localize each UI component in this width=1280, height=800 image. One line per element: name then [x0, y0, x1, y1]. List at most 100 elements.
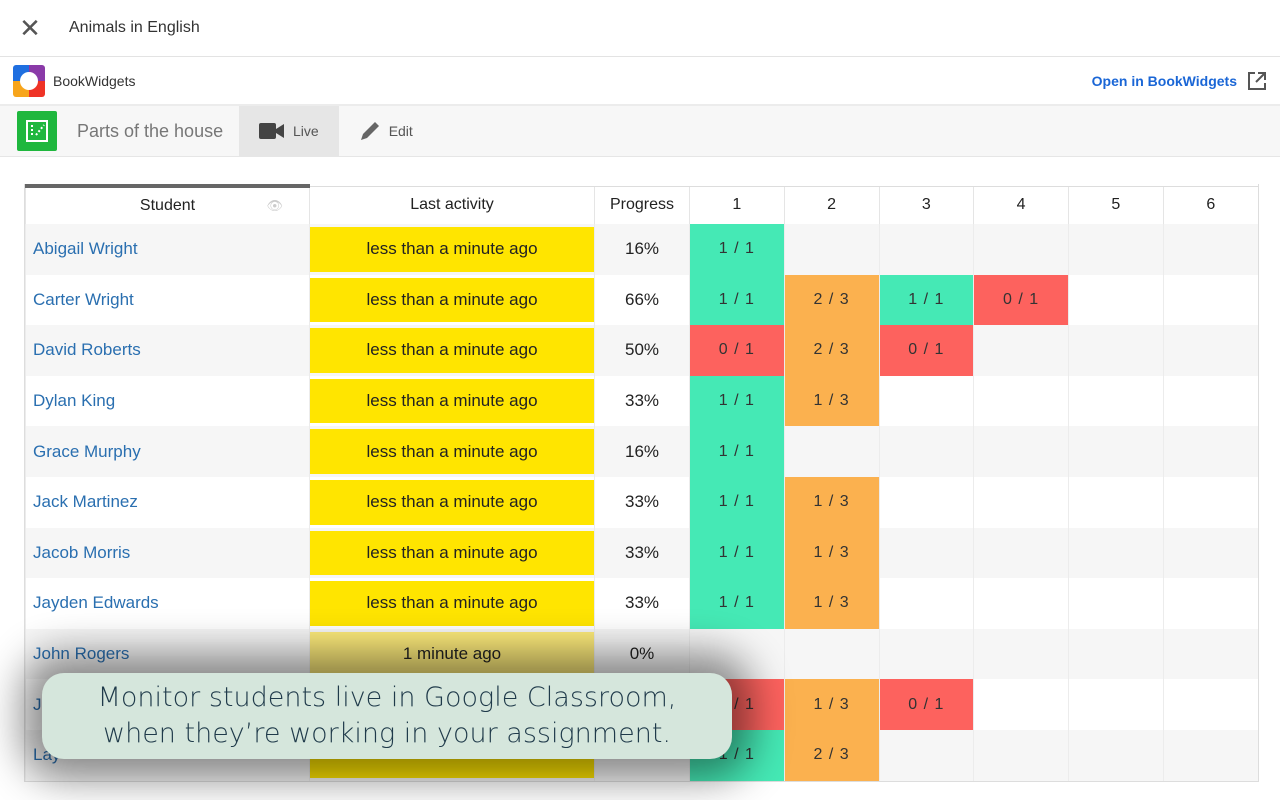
- header-question[interactable]: 5: [1068, 185, 1164, 224]
- open-in-bookwidgets-link[interactable]: Open in BookWidgets: [1092, 71, 1267, 91]
- score-cell[interactable]: 1 / 3: [783, 578, 879, 629]
- empty-score-cell: [1162, 325, 1258, 376]
- empty-score-cell: [1162, 426, 1258, 477]
- score-cell[interactable]: 1 / 1: [689, 527, 785, 579]
- progress-cell: 33%: [594, 375, 690, 427]
- tab-label: Live: [293, 123, 319, 139]
- score-cell[interactable]: 1 / 1: [689, 426, 785, 477]
- empty-score-cell: [1162, 476, 1258, 528]
- score-cell[interactable]: 1 / 1: [689, 476, 785, 528]
- header-question[interactable]: 4: [973, 185, 1069, 224]
- last-activity-badge: less than a minute ago: [310, 378, 594, 424]
- tab-label: Edit: [388, 123, 413, 139]
- table-row: Jayden Edwards less than a minute ago 33% 1…: [25, 578, 1258, 629]
- tab-edit[interactable]: Edit: [339, 106, 433, 157]
- empty-score-cell: [878, 476, 974, 528]
- header-question[interactable]: 3: [878, 185, 974, 224]
- student-name-link[interactable]: John Rogers: [25, 628, 310, 680]
- empty-score-cell: [1068, 729, 1164, 781]
- score-cell[interactable]: 1 / 1: [689, 224, 785, 275]
- header-student[interactable]: Student 👁: [25, 184, 310, 224]
- student-name-link[interactable]: Jacob Morris: [25, 527, 310, 579]
- header-question[interactable]: 2: [783, 185, 879, 224]
- empty-score-cell: [1068, 476, 1164, 528]
- close-icon[interactable]: ✕: [0, 13, 60, 44]
- table-row: Jack Martinez less than a minute ago 33% 1 …: [25, 476, 1258, 528]
- empty-score-cell: [1068, 578, 1164, 629]
- last-activity-badge: less than a minute ago: [310, 581, 594, 626]
- caption-line: Monitor students live in Google Classroo…: [97, 682, 677, 713]
- score-cell[interactable]: 1 / 3: [783, 679, 879, 730]
- empty-score-cell: [878, 527, 974, 579]
- empty-score-cell: [1068, 224, 1164, 275]
- student-name-link[interactable]: Abigail Wright: [25, 224, 310, 275]
- score-cell[interactable]: 1 / 1: [689, 578, 785, 629]
- empty-score-cell: [783, 426, 879, 477]
- last-activity-badge: less than a minute ago: [310, 227, 594, 272]
- empty-score-cell: [1068, 628, 1164, 680]
- widget-tab-bar: Parts of the house Live Edit: [0, 105, 1280, 157]
- last-activity-badge: less than a minute ago: [310, 479, 594, 525]
- score-cell[interactable]: 0 / 1: [689, 325, 785, 376]
- empty-score-cell: [1068, 527, 1164, 579]
- video-camera-icon: [259, 123, 284, 139]
- header-question[interactable]: 1: [689, 185, 785, 224]
- score-cell[interactable]: 1 / 1: [689, 274, 785, 326]
- score-cell[interactable]: 1 / 3: [783, 476, 879, 528]
- header-last-activity[interactable]: Last activity: [309, 185, 595, 224]
- student-name-link[interactable]: Grace Murphy: [25, 426, 310, 477]
- score-cell[interactable]: 1 / 1: [689, 375, 785, 427]
- empty-score-cell: [783, 628, 879, 680]
- progress-cell: 16%: [594, 426, 690, 477]
- score-cell[interactable]: 0 / 1: [973, 274, 1069, 326]
- empty-score-cell: [783, 224, 879, 275]
- last-activity-cell: less than a minute ago: [309, 224, 595, 275]
- score-cell[interactable]: 0 / 1: [878, 325, 974, 376]
- student-name-link[interactable]: Jayden Edwards: [25, 578, 310, 629]
- last-activity-badge: less than a minute ago: [310, 530, 594, 576]
- progress-cell: 0%: [594, 628, 690, 680]
- score-cell[interactable]: 1 / 1: [878, 274, 974, 326]
- last-activity-cell: less than a minute ago: [309, 578, 595, 629]
- empty-score-cell: [1162, 729, 1258, 781]
- last-activity-cell: less than a minute ago: [309, 325, 595, 376]
- tab-live[interactable]: Live: [239, 105, 339, 157]
- score-cell[interactable]: 1 / 3: [783, 527, 879, 579]
- empty-score-cell: [878, 426, 974, 477]
- empty-score-cell: [1068, 274, 1164, 326]
- header-progress[interactable]: Progress: [594, 185, 690, 224]
- student-name-link[interactable]: David Roberts: [25, 325, 310, 376]
- student-name-link[interactable]: Jack Martinez: [25, 476, 310, 528]
- table-row: David Roberts less than a minute ago 50% 0 …: [25, 325, 1258, 376]
- last-activity-badge: less than a minute ago: [310, 429, 594, 474]
- last-activity-badge: less than a minute ago: [310, 277, 594, 323]
- empty-score-cell: [878, 729, 974, 781]
- pencil-icon: [360, 122, 379, 140]
- page-title: Animals in English: [69, 19, 200, 36]
- last-activity-cell: 1 minute ago: [309, 628, 595, 680]
- student-name-link[interactable]: Dylan King: [25, 375, 310, 427]
- hide-names-eye-icon[interactable]: 👁: [266, 198, 283, 214]
- score-cell[interactable]: 1 / 3: [783, 375, 879, 427]
- score-cell[interactable]: 0 / 1: [878, 679, 974, 730]
- last-activity-badge: 1 minute ago: [310, 631, 594, 677]
- empty-score-cell: [973, 325, 1069, 376]
- empty-score-cell: [973, 375, 1069, 427]
- empty-score-cell: [973, 476, 1069, 528]
- table-row: Abigail Wright less than a minute ago 16% 1…: [25, 224, 1258, 275]
- top-bar: ✕ Animals in English: [0, 0, 1280, 57]
- score-cell[interactable]: 2 / 3: [783, 325, 879, 376]
- progress-cell: 33%: [594, 476, 690, 528]
- empty-score-cell: [973, 628, 1069, 680]
- score-cell[interactable]: 2 / 3: [783, 729, 879, 781]
- bookwidgets-logo-icon: [13, 64, 45, 97]
- empty-score-cell: [1068, 426, 1164, 477]
- table-row: Dylan King less than a minute ago 33% 1 / 1…: [25, 375, 1258, 427]
- score-cell[interactable]: 2 / 3: [783, 274, 879, 326]
- header-question[interactable]: 6: [1162, 185, 1258, 224]
- table-row: Grace Murphy less than a minute ago 16% 1 /…: [25, 426, 1258, 477]
- empty-score-cell: [878, 375, 974, 427]
- empty-score-cell: [1162, 274, 1258, 326]
- student-name-link[interactable]: Carter Wright: [25, 274, 310, 326]
- progress-cell: 33%: [594, 578, 690, 629]
